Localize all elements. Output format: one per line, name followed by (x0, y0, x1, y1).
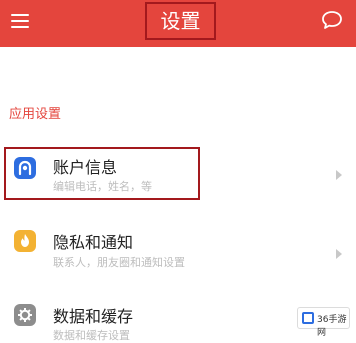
watermark-logo-icon (302, 312, 314, 324)
settings-item-subtitle: 联系人，朋友圈和通知设置 (53, 256, 185, 269)
app-header: 设置 (0, 0, 356, 47)
page-title: 设置 (160, 9, 201, 33)
chevron-right-icon (336, 170, 342, 180)
settings-item-label: 数据和缓存 (53, 307, 134, 326)
chevron-right-icon (336, 249, 342, 259)
site-watermark: 36手游网 (297, 307, 350, 338)
gear-icon (14, 304, 36, 326)
privacy-flame-icon (14, 230, 36, 252)
settings-item-subtitle: 数据和缓存设置 (53, 329, 130, 342)
hamburger-menu-icon[interactable] (11, 13, 29, 29)
title-highlight-box: 设置 (145, 2, 216, 40)
watermark-text: 36手游网 (317, 315, 347, 338)
section-title: 应用设置 (9, 107, 62, 122)
settings-item-label: 隐私和通知 (53, 233, 134, 252)
settings-item-privacy[interactable]: 隐私和通知 联系人，朋友圈和通知设置 (0, 225, 356, 287)
chat-bubble-icon[interactable] (321, 10, 343, 30)
account-highlight-box (4, 147, 200, 200)
